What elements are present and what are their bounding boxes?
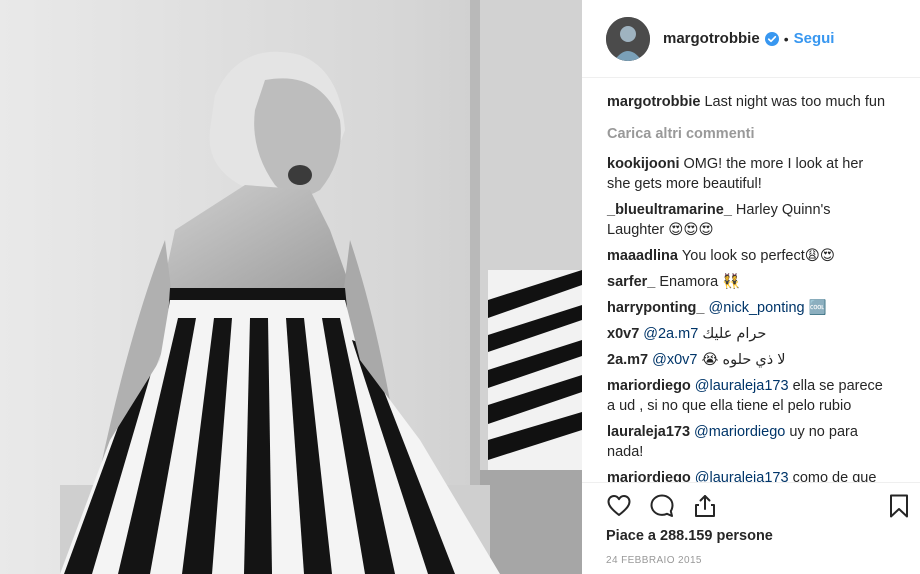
verified-badge-icon — [764, 31, 779, 46]
comment-mention[interactable]: @lauraleja173 — [695, 378, 789, 394]
comment-icon[interactable] — [649, 493, 675, 519]
list-item: _blueultramarine_ Harley Quinn's Laughter… — [607, 200, 890, 240]
list-item: mariordiego @lauraleja173 ella se parece … — [607, 376, 890, 416]
comment-username[interactable]: 2a.m7 — [607, 352, 648, 368]
post-header: margotrobbie • Segui — [582, 0, 920, 78]
list-item: kookijooni OMG! the more I look at her sh… — [607, 154, 890, 194]
share-icon[interactable] — [692, 493, 718, 519]
post-date: 24 FEBBRAIO 2015 — [606, 555, 702, 566]
comment-text: Enamora 👯 — [659, 274, 741, 290]
post-photo[interactable] — [0, 0, 582, 574]
comments-list[interactable]: margotrobbie Last night was too much fun … — [582, 78, 920, 482]
caption: margotrobbie Last night was too much fun — [607, 92, 890, 112]
comment-text: لا ذي حلوه 😭 — [701, 352, 786, 368]
comment-username[interactable]: maaadlina — [607, 248, 678, 264]
comment-username[interactable]: x0v7 — [607, 326, 639, 342]
likes-count[interactable]: Piace a 288.159 persone — [606, 528, 773, 544]
bookmark-icon[interactable] — [886, 493, 912, 519]
list-item: x0v7 @2a.m7 حرام عليك — [607, 324, 890, 344]
comment-mention[interactable]: @2a.m7 — [643, 326, 698, 342]
comment-text: حرام عليك — [702, 326, 767, 342]
load-more-comments-button[interactable]: Carica altri commenti — [607, 124, 890, 144]
list-item: maaadlina You look so perfect😩😍 — [607, 246, 890, 266]
comment-text: como de que — [792, 470, 877, 482]
comment-username[interactable]: _blueultramarine_ — [607, 202, 732, 218]
post-actions: Piace a 288.159 persone 24 FEBBRAIO 2015 — [582, 482, 920, 574]
comment-username[interactable]: sarfer_ — [607, 274, 655, 290]
comment-mention[interactable]: @nick_ponting — [708, 300, 804, 316]
list-item: lauraleja173 @mariordiego uy no para nada… — [607, 422, 890, 462]
separator-dot: • — [783, 30, 789, 47]
caption-text: Last night was too much fun — [704, 94, 886, 110]
comment-username[interactable]: lauraleja173 — [607, 424, 690, 440]
comment-username[interactable]: harryponting_ — [607, 300, 704, 316]
comment-mention[interactable]: @mariordiego — [694, 424, 785, 440]
comment-text: 🆒 — [808, 300, 827, 316]
avatar[interactable] — [606, 16, 650, 61]
author-username[interactable]: margotrobbie — [663, 30, 760, 47]
heart-icon[interactable] — [606, 493, 632, 519]
comment-username[interactable]: mariordiego — [607, 470, 691, 482]
list-item: 2a.m7 @x0v7 لا ذي حلوه 😭 — [607, 350, 890, 370]
comment-username[interactable]: kookijooni — [607, 156, 680, 172]
follow-button[interactable]: Segui — [794, 30, 835, 47]
action-icons — [606, 493, 718, 519]
comment-text: You look so perfect😩😍 — [681, 248, 835, 264]
list-item: mariordiego @lauraleja173 como de que — [607, 468, 890, 482]
caption-username[interactable]: margotrobbie — [607, 94, 700, 110]
photo-image — [0, 0, 582, 574]
comment-username[interactable]: mariordiego — [607, 378, 691, 394]
list-item: harryponting_ @nick_ponting 🆒 — [607, 298, 890, 318]
comment-mention[interactable]: @lauraleja173 — [695, 470, 789, 482]
comment-mention[interactable]: @x0v7 — [652, 352, 697, 368]
post-side-panel: margotrobbie • Segui margotrobbie Last ni… — [582, 0, 920, 574]
list-item: sarfer_ Enamora 👯 — [607, 272, 890, 292]
